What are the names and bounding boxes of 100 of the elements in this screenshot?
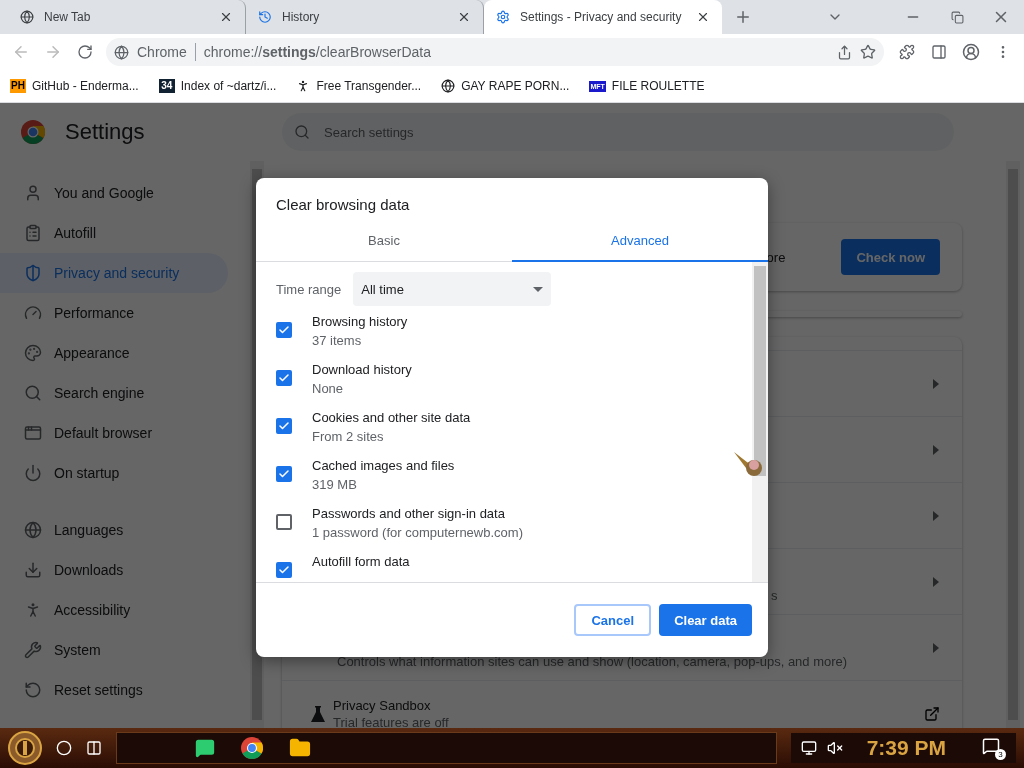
- sidebar-item[interactable]: Appearance: [0, 333, 228, 373]
- restore-icon[interactable]: [950, 10, 964, 24]
- time-range-label: Time range: [276, 281, 342, 297]
- sidebar-item[interactable]: Reset settings: [0, 670, 228, 710]
- clipboard-icon: [24, 224, 42, 242]
- address-bar[interactable]: Chrome chrome://settings/clearBrowserData: [106, 38, 884, 66]
- checkbox[interactable]: [276, 370, 292, 386]
- arrow-icon[interactable]: [932, 510, 940, 521]
- bookmark-favicon: PH: [10, 79, 26, 93]
- dialog-title: Clear browsing data: [275, 195, 411, 213]
- site-label: Chrome: [137, 44, 187, 60]
- download-icon: [24, 561, 42, 579]
- puzzle-icon[interactable]: [899, 44, 915, 60]
- checkbox[interactable]: [276, 562, 292, 578]
- option-detail: 319 MB: [312, 477, 358, 492]
- sidebar-item[interactable]: Autofill: [0, 213, 228, 253]
- notifications-icon[interactable]: [982, 736, 1000, 755]
- option-detail: From 2 sites: [312, 429, 385, 444]
- close-icon[interactable]: [219, 10, 233, 24]
- search-field[interactable]: Search settings: [282, 113, 954, 151]
- sidebar-item[interactable]: On startup: [0, 453, 228, 493]
- sidebar-item[interactable]: Accessibility: [0, 590, 228, 630]
- network-icon[interactable]: [800, 740, 817, 756]
- sidebar-item[interactable]: Default browser: [0, 413, 228, 453]
- chrome-logo-icon: [21, 120, 45, 144]
- reset-icon: [24, 681, 42, 699]
- close-icon[interactable]: [457, 10, 471, 24]
- bookmark-star-icon[interactable]: [860, 44, 876, 60]
- profile-icon[interactable]: [962, 43, 980, 61]
- sidebar-item[interactable]: System: [0, 630, 228, 670]
- sidebar-item[interactable]: You and Google: [0, 173, 228, 213]
- reload-icon[interactable]: [77, 44, 93, 60]
- arrow-icon[interactable]: [932, 642, 940, 653]
- arrow-icon[interactable]: [932, 576, 940, 587]
- history-icon: [258, 10, 272, 24]
- muted-speaker-icon[interactable]: [826, 740, 843, 756]
- gauge-icon: [24, 304, 42, 322]
- bookmark-link[interactable]: GAY RAPE PORN...: [461, 79, 570, 93]
- notification-count: 3: [995, 748, 1006, 760]
- sidebar-item[interactable]: Search engine: [0, 373, 228, 413]
- dialog-scrollbar[interactable]: [752, 262, 768, 582]
- option-title: Cookies and other site data: [312, 410, 471, 425]
- external-link-icon[interactable]: [924, 705, 940, 722]
- cancel-button[interactable]: Cancel: [574, 604, 652, 636]
- browser-tab[interactable]: Settings - Privacy and security: [484, 0, 722, 34]
- start-button[interactable]: [8, 731, 42, 765]
- wrench-icon: [24, 641, 42, 659]
- check-icon: [278, 468, 290, 480]
- globe-icon: [441, 79, 456, 93]
- arrow-icon[interactable]: [932, 444, 940, 455]
- settings-title: Settings: [65, 119, 145, 145]
- check-icon: [278, 372, 290, 384]
- search-icon: [24, 384, 42, 402]
- bookmark-link[interactable]: GitHub - Enderma...: [32, 79, 139, 93]
- dropdown-caret-icon: [533, 286, 544, 292]
- checkbox[interactable]: [276, 418, 292, 434]
- search-icon: [294, 124, 310, 140]
- sidebar-item[interactable]: Downloads: [0, 550, 228, 590]
- option-detail: 37 items: [312, 333, 363, 348]
- flask-icon: [311, 705, 325, 722]
- check-icon: [278, 420, 290, 432]
- folder-app-icon[interactable]: [289, 737, 311, 759]
- bookmark-link[interactable]: Free Transgender...: [316, 79, 422, 93]
- side-panel-icon[interactable]: [931, 44, 947, 60]
- page-scrollbar[interactable]: [1006, 161, 1020, 728]
- dialog-tab[interactable]: Advanced: [512, 227, 768, 262]
- check-icon: [278, 564, 290, 576]
- task-view-icon[interactable]: [86, 740, 102, 756]
- plus-icon[interactable]: [734, 8, 752, 26]
- dialog-tab[interactable]: Basic: [256, 227, 512, 262]
- option-title: Cached images and files: [312, 458, 455, 473]
- taskbar-clock[interactable]: 7:39 PM: [866, 736, 946, 760]
- share-icon[interactable]: [837, 44, 852, 60]
- option-title: Browsing history: [312, 314, 408, 329]
- checkbox[interactable]: [276, 466, 292, 482]
- chat-app-icon[interactable]: [195, 738, 215, 758]
- sidebar-item[interactable]: Languages: [0, 510, 228, 550]
- palette-icon: [24, 344, 42, 362]
- option-title: Passwords and other sign-in data: [312, 506, 506, 521]
- option-title: Autofill form data: [312, 554, 410, 569]
- check-now-button[interactable]: Check now: [841, 239, 940, 275]
- check-icon: [278, 324, 290, 336]
- clear-data-button[interactable]: Clear data: [659, 604, 752, 636]
- checkbox[interactable]: [276, 514, 292, 530]
- sidebar-item[interactable]: Performance: [0, 293, 228, 333]
- time-range-select[interactable]: All time: [353, 272, 552, 306]
- bookmark-link[interactable]: FILE ROULETTE: [611, 79, 705, 93]
- row-title: Privacy Sandbox: [333, 697, 432, 713]
- search-circle-icon[interactable]: [56, 740, 72, 756]
- settings-icon: [496, 10, 510, 24]
- row-description: Trial features are off: [333, 714, 450, 728]
- checkbox[interactable]: [276, 322, 292, 338]
- bookmark-favicon: 34: [158, 79, 175, 93]
- url-text: chrome://settings/clearBrowserData: [203, 44, 432, 60]
- bookmark-link[interactable]: Index of ~dartz/i...: [180, 79, 277, 93]
- arrow-icon[interactable]: [932, 378, 940, 389]
- close-icon[interactable]: [696, 10, 710, 24]
- chrome-app-icon[interactable]: [241, 737, 263, 759]
- row-description: s: [771, 588, 779, 603]
- option-detail: 1 password (for computernewb.com): [312, 525, 523, 540]
